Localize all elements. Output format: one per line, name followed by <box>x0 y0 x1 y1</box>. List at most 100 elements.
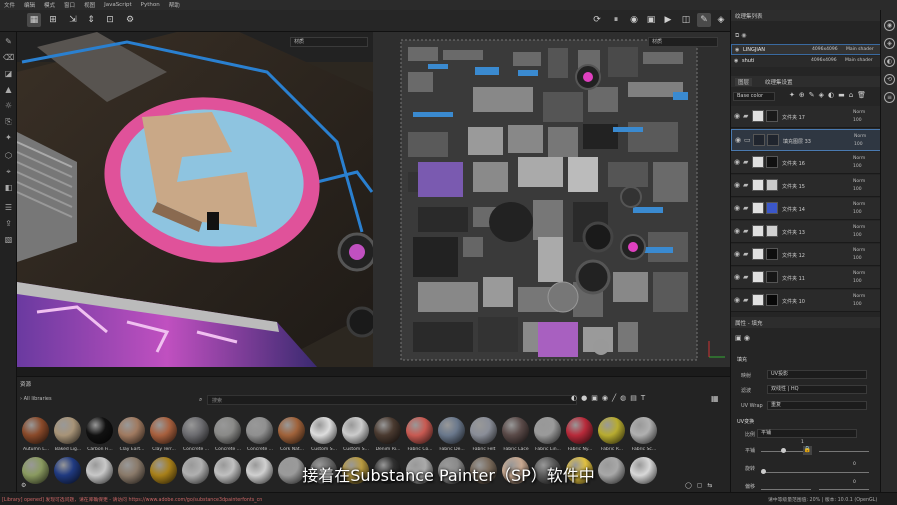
layer-mask-thumbnail[interactable] <box>752 248 764 260</box>
eye-icon[interactable]: ◉ <box>734 181 740 189</box>
layer-blend[interactable]: Norm 100 <box>853 270 865 286</box>
material-thumbnail[interactable] <box>374 417 401 444</box>
layer-row[interactable]: ◉ ▰ 文件夹 14 Norm 100 <box>731 198 881 220</box>
bake-tool-icon[interactable]: ◧ <box>3 182 14 193</box>
layer-content-thumbnail[interactable] <box>766 156 778 168</box>
sync-icon[interactable]: ⟳ <box>590 13 604 27</box>
pause-icon[interactable]: ⏸ <box>609 13 623 27</box>
eye-icon[interactable]: ◉ <box>734 158 740 166</box>
tab-layers[interactable]: 图层 <box>735 78 753 86</box>
material-thumbnail[interactable] <box>150 417 177 444</box>
layer-channel-select[interactable]: Base color <box>733 92 775 101</box>
menu-javascript[interactable]: JavaScript <box>104 2 132 8</box>
layer-content-thumbnail[interactable] <box>766 202 778 214</box>
frame-icon[interactable]: ⊡ <box>103 13 117 27</box>
2d-uv-viewport[interactable]: 材质 <box>373 32 730 367</box>
layer-content-thumbnail[interactable] <box>766 294 778 306</box>
layer-row[interactable]: ◉ ▰ 文件夹 11 Norm 100 <box>731 267 881 289</box>
image-tool-icon[interactable]: ▧ <box>3 234 14 245</box>
viewport-3d-channel-select[interactable]: 材质 <box>290 37 368 47</box>
menu-mode[interactable]: 模式 <box>44 1 55 9</box>
resize-icon[interactable]: ⇲ <box>66 13 80 27</box>
uv-projection-select[interactable]: UV投影 <box>767 370 867 379</box>
layer-mask-thumbnail[interactable] <box>752 156 764 168</box>
material-thumbnail[interactable] <box>630 417 657 444</box>
log-icon[interactable]: ≡ <box>884 92 895 103</box>
eye-icon[interactable]: ◉ <box>734 250 740 258</box>
properties-mode-icons[interactable]: ▣ ◉ <box>735 334 750 342</box>
asset-filter-icons[interactable]: ◐●▣◉╱◍▤T <box>571 394 649 402</box>
eye-icon[interactable]: ◉ <box>734 112 740 120</box>
layer-blend[interactable]: Norm 100 <box>853 178 865 194</box>
material-thumbnail[interactable] <box>22 417 49 444</box>
eye-icon[interactable]: ◉ <box>734 204 740 212</box>
menu-help[interactable]: 帮助 <box>169 1 180 9</box>
asset-grid-icon[interactable]: ▦ <box>711 394 719 403</box>
material-thumbnail[interactable] <box>566 417 593 444</box>
polygon-fill-icon[interactable]: ⬡ <box>3 150 14 161</box>
layer-content-thumbnail[interactable] <box>766 179 778 191</box>
material-thumbnail[interactable] <box>54 417 81 444</box>
layer-row[interactable]: ◉ ▰ 文件夹 17 Norm 100 <box>731 106 881 128</box>
smudge-tool-icon[interactable]: ☼ <box>3 100 14 111</box>
tab-texture-set-settings[interactable]: 纹理集设置 <box>765 78 793 86</box>
layer-mask-thumbnail[interactable] <box>752 179 764 191</box>
projection-tool-icon[interactable]: ◪ <box>3 68 14 79</box>
layer-content-thumbnail[interactable] <box>766 271 778 283</box>
paint-brush-tool-icon[interactable]: ✎ <box>3 36 14 47</box>
filter-select[interactable]: 双线性 | HQ <box>767 385 867 394</box>
eye-icon[interactable]: ◉ <box>734 58 738 64</box>
layer-row[interactable]: ◉ ▰ 文件夹 12 Norm 100 <box>731 244 881 266</box>
layer-blend[interactable]: Norm 100 <box>854 133 866 149</box>
texture-set-tools-icon[interactable]: ⧉ ◉ <box>735 32 746 40</box>
offset-slider-v[interactable] <box>819 489 869 490</box>
scale-mode-select[interactable]: 平铺 <box>757 429 857 438</box>
layer-blend[interactable]: Norm 100 <box>853 109 865 125</box>
layer-content-thumbnail[interactable] <box>766 110 778 122</box>
layers-tool-icon[interactable]: ☰ <box>3 202 14 213</box>
material-thumbnail[interactable] <box>278 417 305 444</box>
material-thumbnail[interactable] <box>406 417 433 444</box>
layer-row[interactable]: ◉ ▰ 文件夹 15 Norm 100 <box>731 175 881 197</box>
layer-blend[interactable]: Norm 100 <box>853 247 865 263</box>
settings-icon[interactable]: ⚙ <box>123 13 137 27</box>
layer-row[interactable]: ◉ ▭ 填充图层 33 Norm 100 <box>731 129 881 151</box>
menu-edit[interactable]: 编辑 <box>24 1 35 9</box>
eraser-tool-icon[interactable]: ⌫ <box>3 52 14 63</box>
material-thumbnail[interactable] <box>470 417 497 444</box>
menu-window[interactable]: 窗口 <box>64 1 75 9</box>
layer-mask-thumbnail[interactable] <box>752 110 764 122</box>
material-thumbnail[interactable] <box>310 417 337 444</box>
grid-icon[interactable]: ⊞ <box>46 13 60 27</box>
export-tool-icon[interactable]: ⇪ <box>3 218 14 229</box>
grid-view-icon[interactable]: ▦ <box>27 13 41 27</box>
3d-viewport[interactable]: 材质 <box>17 32 373 367</box>
texture-set-row[interactable]: ◉ shuti 4096x4096 Main shader <box>731 56 881 67</box>
layer-mask-thumbnail[interactable] <box>752 225 764 237</box>
material-thumbnail[interactable] <box>598 417 625 444</box>
camera-icon[interactable]: ◉ <box>627 13 641 27</box>
brush-icon[interactable]: ✎ <box>697 13 711 27</box>
layer-row[interactable]: ◉ ▰ 文件夹 16 Norm 100 <box>731 152 881 174</box>
clone-tool-icon[interactable]: ⎘ <box>3 116 14 127</box>
eye-icon[interactable]: ◉ <box>734 227 740 235</box>
material-thumbnail[interactable] <box>182 417 209 444</box>
layer-content-thumbnail[interactable] <box>767 134 779 146</box>
uv-wrap-select[interactable]: 重复 <box>767 401 867 410</box>
picker-tool-icon[interactable]: ✦ <box>3 132 14 143</box>
eye-icon[interactable]: ◉ <box>734 273 740 281</box>
menu-python[interactable]: Python <box>141 2 160 8</box>
cube-icon[interactable]: ▣ <box>644 13 658 27</box>
lock-icon[interactable]: 🔒 <box>803 446 812 455</box>
tiling-slider-handle[interactable] <box>781 448 786 453</box>
layer-content-thumbnail[interactable] <box>766 225 778 237</box>
viewport-2d-channel-select[interactable]: 材质 <box>648 37 718 47</box>
offset-slider[interactable] <box>761 489 811 490</box>
eye-icon[interactable]: ◉ <box>734 296 740 304</box>
layer-blend[interactable]: Norm 100 <box>853 293 865 309</box>
layer-mask-thumbnail[interactable] <box>753 134 765 146</box>
material-thumbnail[interactable] <box>502 417 529 444</box>
history-icon[interactable]: ⟲ <box>884 74 895 85</box>
material-thumbnail[interactable] <box>342 417 369 444</box>
render-icon[interactable]: ◈ <box>714 13 728 27</box>
